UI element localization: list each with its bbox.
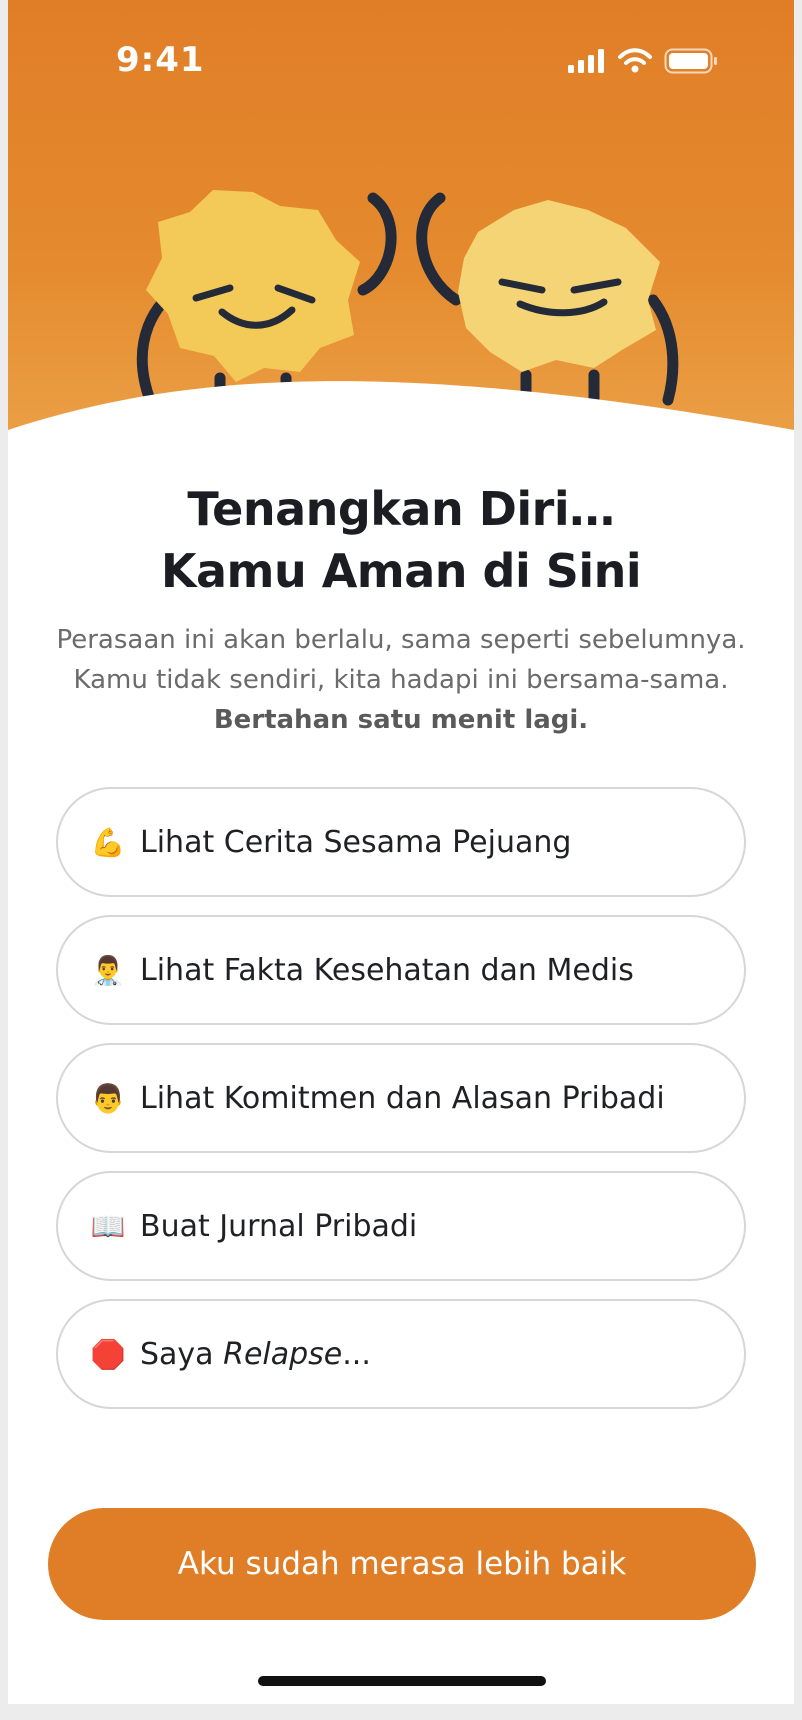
doctor-icon: 👨‍⚕️ (90, 953, 126, 987)
mascot-left-raised-arm (357, 192, 397, 296)
wifi-icon (618, 48, 652, 73)
option-label: Lihat Cerita Sesama Pejuang (140, 824, 572, 860)
option-label: Buat Jurnal Pribadi (140, 1208, 418, 1244)
option-health-facts-button[interactable]: 👨‍⚕️ Lihat Fakta Kesehatan dan Medis (56, 915, 746, 1025)
status-icons (568, 48, 718, 74)
feel-better-button[interactable]: Aku sudah merasa lebih baik (48, 1508, 756, 1620)
title-line-1: Tenangkan Diri… (187, 482, 615, 536)
encouragement-text: Perasaan ini akan berlalu, sama seperti … (38, 620, 764, 740)
home-indicator[interactable] (258, 1676, 546, 1686)
mascot-left-body (146, 190, 360, 382)
flexed-biceps-icon: 💪 (90, 825, 126, 859)
stop-sign-icon: 🛑 (90, 1337, 126, 1371)
mascot-right-body (458, 200, 660, 372)
option-label-italic: Relapse (223, 1336, 343, 1372)
man-icon: 👨 (90, 1081, 126, 1115)
option-label: Saya Relapse... (140, 1337, 371, 1372)
option-label: Lihat Komitmen dan Alasan Pribadi (140, 1080, 665, 1116)
cellular-signal-icon (568, 49, 604, 73)
mascot-right-raised-arm (416, 192, 462, 306)
option-label-prefix: Saya (140, 1336, 224, 1372)
open-book-icon: 📖 (90, 1209, 126, 1243)
option-stories-button[interactable]: 💪 Lihat Cerita Sesama Pejuang (56, 787, 746, 897)
option-label-suffix: ... (342, 1336, 371, 1372)
encouragement-line-1: Perasaan ini akan berlalu, sama seperti … (56, 625, 746, 655)
option-commitment-button[interactable]: 👨 Lihat Komitmen dan Alasan Pribadi (56, 1043, 746, 1153)
encouragement-line-2: Kamu tidak sendiri, kita hadapi ini bers… (73, 665, 729, 695)
status-bar: 9:41 (8, 0, 794, 130)
hero-curve (8, 381, 794, 440)
option-journal-button[interactable]: 📖 Buat Jurnal Pribadi (56, 1171, 746, 1281)
status-time: 9:41 (116, 40, 205, 80)
mascot-right-arm (647, 294, 679, 406)
option-label: Lihat Fakta Kesehatan dan Medis (140, 952, 634, 988)
screen: 9:41 Tenangkan Diri… Kamu Aman di Sini P… (8, 0, 794, 1704)
options-list: 💪 Lihat Cerita Sesama Pejuang 👨‍⚕️ Lihat… (56, 787, 746, 1427)
option-relapse-button[interactable]: 🛑 Saya Relapse... (56, 1299, 746, 1409)
title-line-2: Kamu Aman di Sini (160, 544, 642, 598)
encouragement-line-3: Bertahan satu menit lagi. (213, 705, 589, 735)
page-title: Tenangkan Diri… Kamu Aman di Sini (8, 478, 794, 602)
battery-icon (664, 48, 717, 74)
